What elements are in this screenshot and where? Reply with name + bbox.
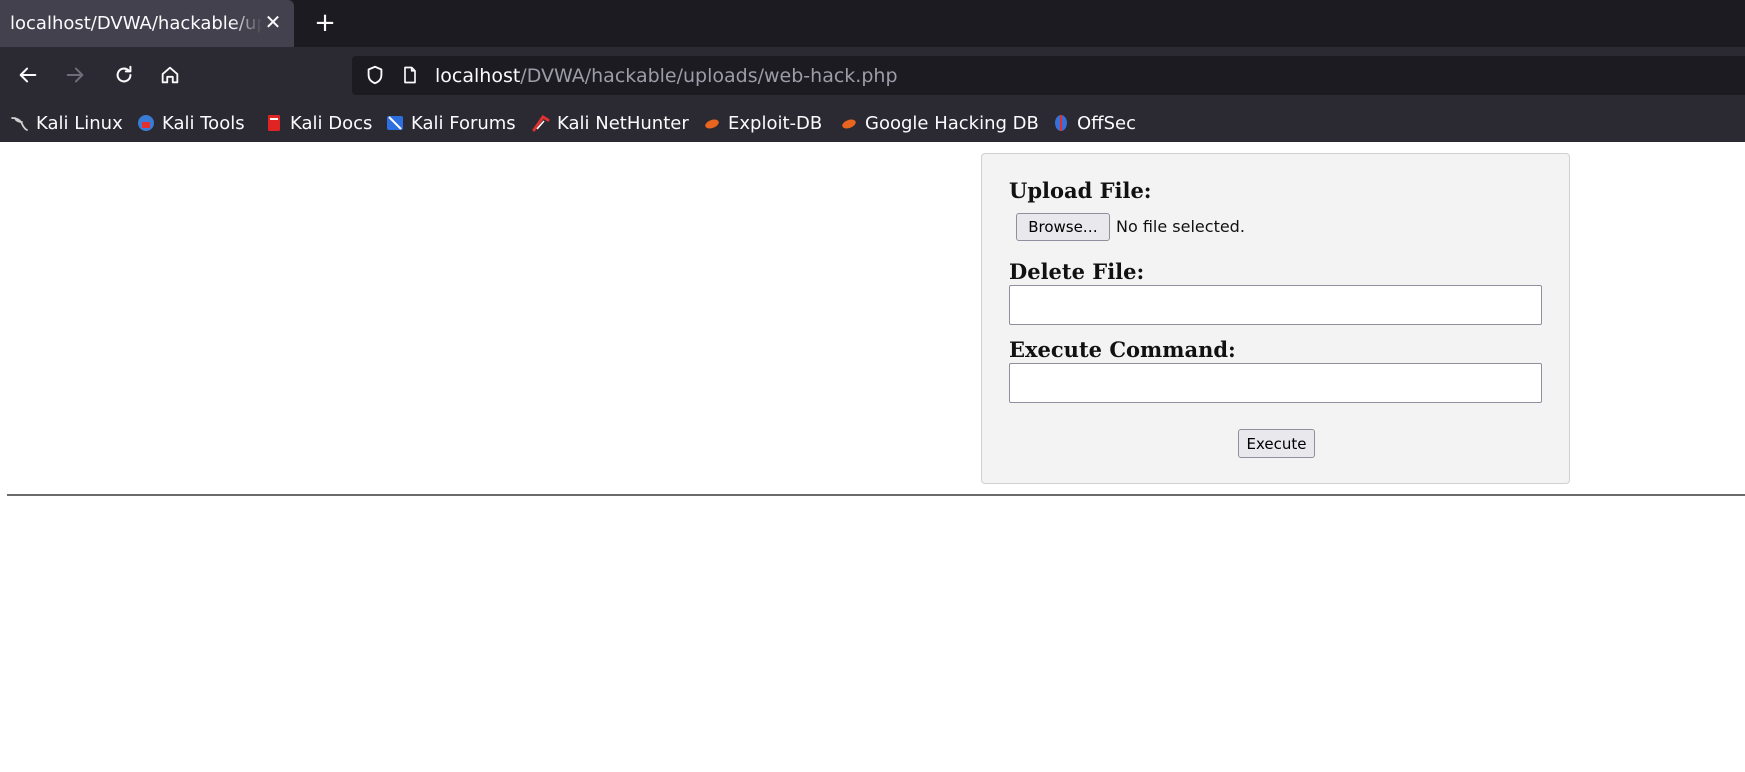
bookmark-label: Google Hacking DB <box>865 112 1039 134</box>
kali-tools-icon <box>138 115 154 131</box>
execute-command-label: Execute Command: <box>1009 337 1236 362</box>
file-status-text: No file selected. <box>1116 217 1245 236</box>
bookmark-kali-tools[interactable]: Kali Tools <box>136 110 245 136</box>
execute-button[interactable]: Execute <box>1238 429 1315 458</box>
browse-button[interactable]: Browse… <box>1016 213 1110 241</box>
bookmark-label: Kali Forums <box>411 112 516 134</box>
close-tab-icon[interactable]: ✕ <box>263 10 283 34</box>
bookmark-kali-docs[interactable]: Kali Docs <box>264 110 372 136</box>
new-tab-button[interactable]: + <box>310 8 340 38</box>
delete-file-label: Delete File: <box>1009 259 1145 284</box>
bookmark-label: OffSec <box>1077 112 1136 134</box>
url-path: /DVWA/hackable/uploads/web-hack.php <box>520 65 898 87</box>
bookmark-kali-forums[interactable]: Kali Forums <box>385 110 516 136</box>
exploit-db-icon <box>705 119 719 129</box>
browser-tab[interactable]: localhost/DVWA/hackable/uploads/web-hack… <box>0 0 294 47</box>
ghdb-icon <box>842 119 856 129</box>
url-text[interactable]: localhost/DVWA/hackable/uploads/web-hack… <box>435 65 898 87</box>
offsec-icon <box>1055 115 1067 131</box>
bookmark-label: Kali NetHunter <box>557 112 689 134</box>
bookmark-kali-nethunter[interactable]: Kali NetHunter <box>531 110 689 136</box>
bookmark-label: Exploit-DB <box>728 112 823 134</box>
delete-file-input[interactable] <box>1009 285 1542 325</box>
tab-title: localhost/DVWA/hackable/uploads/web-hack… <box>10 13 262 34</box>
shield-icon[interactable] <box>364 64 386 86</box>
upload-file-label: Upload File: <box>1009 178 1152 203</box>
kali-dragon-icon <box>11 117 28 131</box>
web-shell-form: Upload File: Browse… No file selected. D… <box>981 153 1570 484</box>
page-info-icon[interactable] <box>400 64 420 86</box>
kali-docs-icon <box>268 115 280 131</box>
forward-icon[interactable] <box>58 58 92 92</box>
kali-forums-icon <box>387 116 403 130</box>
bookmark-label: Kali Linux <box>36 112 123 134</box>
horizontal-divider <box>7 494 1745 496</box>
bookmark-exploit-db[interactable]: Exploit-DB <box>702 110 822 136</box>
bookmarks-toolbar: Kali Linux Kali Tools Kali Docs Kali For… <box>0 104 1745 142</box>
reload-icon[interactable] <box>107 58 141 92</box>
bookmark-google-hacking-db[interactable]: Google Hacking DB <box>839 110 1039 136</box>
command-input[interactable] <box>1009 363 1542 403</box>
home-icon[interactable] <box>153 58 187 92</box>
bookmark-offsec[interactable]: OffSec <box>1051 110 1136 136</box>
back-icon[interactable] <box>11 58 45 92</box>
bookmark-kali-linux[interactable]: Kali Linux <box>10 110 123 136</box>
url-host: localhost <box>435 65 521 87</box>
tab-strip: localhost/DVWA/hackable/uploads/web-hack… <box>0 0 1745 47</box>
url-bar[interactable]: localhost/DVWA/hackable/uploads/web-hack… <box>352 56 1745 95</box>
bookmark-label: Kali Tools <box>162 112 245 134</box>
navigation-toolbar: localhost/DVWA/hackable/uploads/web-hack… <box>0 47 1745 104</box>
bookmark-label: Kali Docs <box>290 112 373 134</box>
kali-nethunter-icon <box>532 114 550 132</box>
